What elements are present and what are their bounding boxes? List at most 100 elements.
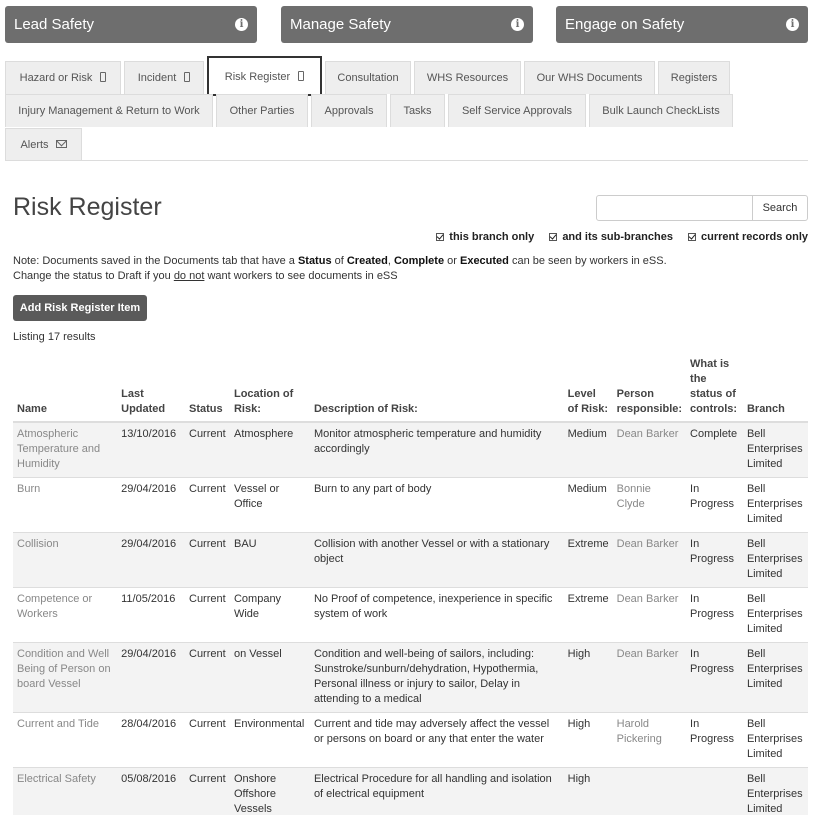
cell-last-updated: 05/08/2016: [117, 767, 185, 815]
cell-location: Company Wide: [229, 587, 310, 643]
cell-last-updated: 28/04/2016: [117, 712, 185, 768]
tab-label: Bulk Launch CheckLists: [602, 105, 720, 117]
column-header[interactable]: Last Updated: [117, 354, 185, 423]
person-responsible-link[interactable]: Dean Barker: [612, 422, 687, 478]
risk-name-link[interactable]: Collision: [13, 532, 118, 588]
column-header[interactable]: What is the status of controls:: [686, 354, 743, 423]
person-responsible-link[interactable]: Harold Pickering: [612, 712, 687, 768]
note-fragment: can be seen by workers in eSS.: [508, 255, 667, 267]
info-icon[interactable]: i: [786, 18, 799, 31]
filter-current-records[interactable]: current records only: [688, 231, 808, 243]
cell-status: Current: [185, 532, 230, 588]
cell-description: Monitor atmospheric temperature and humi…: [309, 422, 564, 478]
tab-label: Alerts: [20, 139, 49, 151]
tab-label: Hazard or Risk: [19, 72, 93, 84]
tab-alerts[interactable]: Alerts: [5, 128, 82, 161]
checkbox-checked-icon[interactable]: [688, 233, 697, 241]
engage-on-safety-button[interactable]: Engage on Safety i: [556, 6, 808, 43]
tab-whs-resources[interactable]: WHS Resources: [414, 61, 521, 94]
risk-name-link[interactable]: Current and Tide: [13, 712, 118, 768]
cell-controls-status: In Progress: [686, 642, 743, 713]
cell-description: Collision with another Vessel or with a …: [309, 532, 564, 588]
table-row[interactable]: Atmospheric Temperature and Humidity 13/…: [13, 422, 808, 478]
add-risk-register-item-button[interactable]: Add Risk Register Item: [13, 295, 147, 321]
risk-name-link[interactable]: Burn: [13, 477, 118, 533]
cell-controls-status: In Progress: [686, 532, 743, 588]
cell-status: Current: [185, 642, 230, 713]
table-row[interactable]: Collision 29/04/2016 Current BAU Collisi…: [13, 532, 808, 588]
column-header[interactable]: Name: [13, 354, 118, 423]
table-row[interactable]: Condition and Well Being of Person on bo…: [13, 642, 808, 713]
search-button[interactable]: Search: [752, 195, 808, 221]
person-responsible-link[interactable]: Dean Barker: [612, 587, 687, 643]
cell-branch: Bell Enterprises Limited: [742, 532, 808, 588]
cell-location: Onshore Offshore Vessels: [229, 767, 310, 815]
tab-label: Consultation: [337, 72, 399, 84]
page-title: Risk Register: [13, 193, 162, 221]
tab-hazard-or-risk[interactable]: Hazard or Risk: [5, 61, 121, 94]
checkbox-checked-icon[interactable]: [549, 233, 558, 241]
column-header[interactable]: Branch: [742, 354, 808, 423]
note-bold: Complete: [393, 255, 445, 267]
person-responsible-link[interactable]: [612, 767, 687, 815]
search-input[interactable]: [596, 195, 753, 221]
tab-incident[interactable]: Incident: [124, 61, 204, 94]
column-header[interactable]: Description of Risk:: [309, 354, 564, 423]
cell-branch: Bell Enterprises Limited: [742, 712, 808, 768]
risk-name-link[interactable]: Electrical Safety: [13, 767, 118, 815]
cell-description: Burn to any part of body: [309, 477, 564, 533]
tab-our-whs-documents[interactable]: Our WHS Documents: [524, 61, 655, 94]
lead-safety-label: Lead Safety: [14, 16, 95, 33]
table-row[interactable]: Burn 29/04/2016 Current Vessel or Office…: [13, 477, 808, 533]
filter-sub-branches[interactable]: and its sub-branches: [549, 231, 673, 243]
cell-level: Extreme: [563, 587, 613, 643]
cell-location: BAU: [229, 532, 310, 588]
note-bold: Executed: [459, 255, 509, 267]
column-header[interactable]: Person responsible:: [612, 354, 687, 423]
manage-safety-label: Manage Safety: [290, 16, 391, 33]
cell-location: Environmental: [229, 712, 310, 768]
risk-name-link[interactable]: Atmospheric Temperature and Humidity: [13, 422, 118, 478]
tab-injury-management[interactable]: Injury Management & Return to Work: [5, 94, 213, 127]
cell-level: High: [563, 642, 613, 713]
info-icon[interactable]: i: [235, 18, 248, 31]
tab-label: Incident: [137, 72, 177, 84]
tab-bulk-launch-checklists[interactable]: Bulk Launch CheckLists: [589, 94, 733, 127]
tab-label: Tasks: [403, 105, 432, 117]
cell-level: Medium: [563, 477, 613, 533]
filter-this-branch[interactable]: this branch only: [436, 231, 534, 243]
cell-level: High: [563, 712, 613, 768]
filter-checkboxes: this branch only and its sub-branches cu…: [424, 231, 808, 243]
tab-label: Risk Register: [224, 71, 291, 83]
info-icon[interactable]: i: [511, 18, 524, 31]
note-bold: Created: [346, 255, 388, 267]
person-responsible-link[interactable]: Bonnie Clyde: [612, 477, 687, 533]
tab-approvals[interactable]: Approvals: [311, 94, 387, 127]
note-fragment: Note: Documents saved in the Documents t…: [13, 255, 298, 267]
tab-consultation[interactable]: Consultation: [325, 61, 411, 94]
column-header[interactable]: Status: [185, 354, 230, 423]
tab-tasks[interactable]: Tasks: [390, 94, 445, 127]
person-responsible-link[interactable]: Dean Barker: [612, 532, 687, 588]
person-responsible-link[interactable]: Dean Barker: [612, 642, 687, 713]
cell-last-updated: 29/04/2016: [117, 642, 185, 713]
table-row[interactable]: Electrical Safety 05/08/2016 Current Ons…: [13, 767, 808, 815]
table-row[interactable]: Competence or Workers 11/05/2016 Current…: [13, 587, 808, 643]
manage-safety-button[interactable]: Manage Safety i: [281, 6, 533, 43]
column-header[interactable]: Level of Risk:: [563, 354, 613, 423]
table-row[interactable]: Current and Tide 28/04/2016 Current Envi…: [13, 712, 808, 768]
mobile-icon: [298, 71, 305, 81]
cell-controls-status: In Progress: [686, 587, 743, 643]
cell-last-updated: 29/04/2016: [117, 532, 185, 588]
tab-self-service-approvals[interactable]: Self Service Approvals: [448, 94, 586, 127]
cell-level: Medium: [563, 422, 613, 478]
cell-last-updated: 13/10/2016: [117, 422, 185, 478]
tab-registers[interactable]: Registers: [658, 61, 730, 94]
risk-name-link[interactable]: Competence or Workers: [13, 587, 118, 643]
checkbox-checked-icon[interactable]: [436, 233, 445, 241]
column-header[interactable]: Location of Risk:: [229, 354, 310, 423]
tab-other-parties[interactable]: Other Parties: [216, 94, 308, 127]
lead-safety-button[interactable]: Lead Safety i: [5, 6, 257, 43]
tab-risk-register[interactable]: Risk Register: [207, 56, 322, 96]
risk-name-link[interactable]: Condition and Well Being of Person on bo…: [13, 642, 118, 713]
